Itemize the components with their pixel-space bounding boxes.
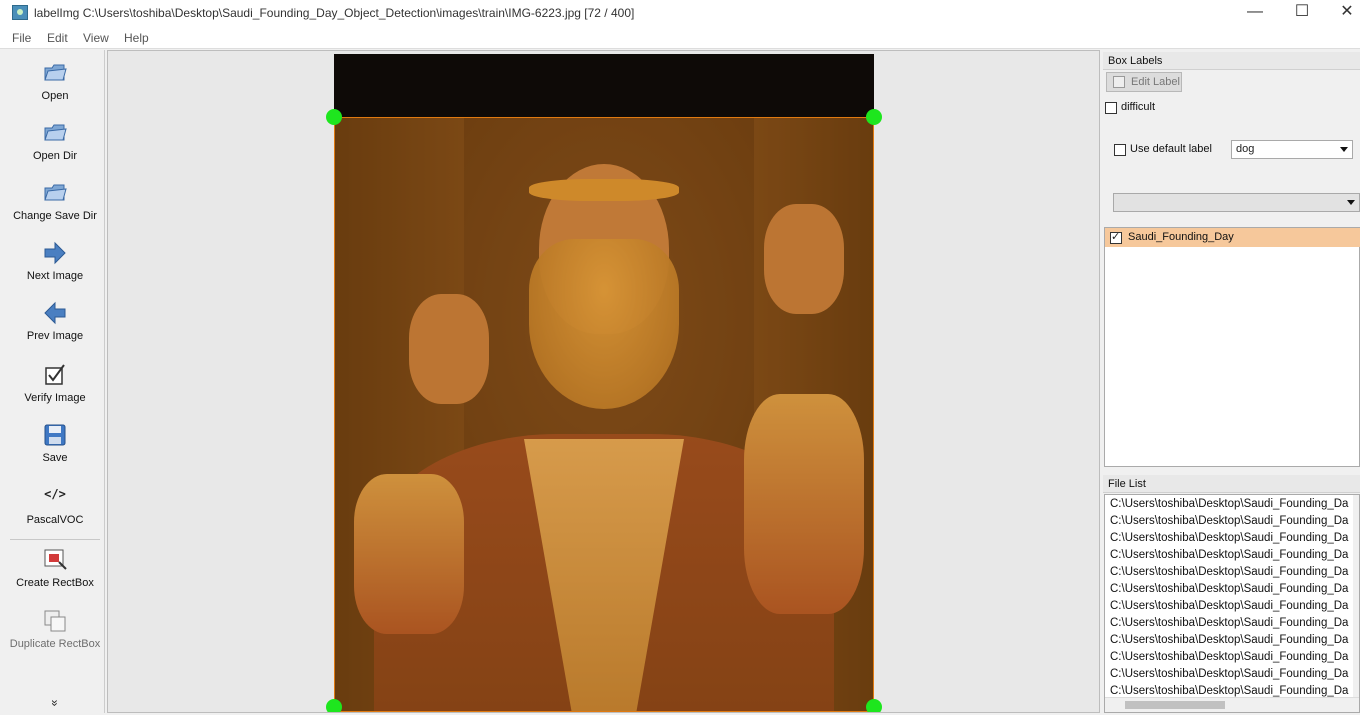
edit-label-text: Edit Label	[1131, 76, 1180, 88]
open-dir-label: Open Dir	[32, 150, 78, 162]
file-list-item[interactable]: C:\Users\toshiba\Desktop\Saudi_Founding_…	[1110, 651, 1348, 668]
file-list-item[interactable]: C:\Users\toshiba\Desktop\Saudi_Founding_…	[1110, 668, 1348, 685]
toolbar-divider	[10, 539, 100, 540]
duplicate-rectbox-label: Duplicate RectBox	[9, 638, 101, 650]
label-filter-combo[interactable]	[1113, 193, 1360, 212]
label-list-item[interactable]: Saudi_Founding_Day	[1105, 228, 1360, 247]
edit-pencil-icon	[1113, 76, 1125, 88]
create-rectbox-button[interactable]: Create RectBox	[6, 547, 104, 589]
open-label: Open	[41, 90, 69, 102]
label-list[interactable]: Saudi_Founding_Day	[1104, 227, 1360, 467]
scrollbar-thumb[interactable]	[1125, 701, 1225, 709]
prev-image-button[interactable]: Prev Image	[6, 300, 104, 342]
verify-image-label: Verify Image	[24, 392, 86, 404]
open-dir-button[interactable]: Open Dir	[6, 120, 104, 162]
checkbox-check-icon	[45, 364, 65, 385]
edit-label-button[interactable]: Edit Label	[1106, 72, 1182, 92]
floppy-disk-icon	[44, 424, 66, 446]
duplicate-rectbox-button[interactable]: Duplicate RectBox	[6, 608, 104, 650]
folder-open-icon	[44, 184, 67, 201]
difficult-label: difficult	[1121, 101, 1156, 113]
file-list-item[interactable]: C:\Users\toshiba\Desktop\Saudi_Founding_…	[1110, 532, 1348, 549]
difficult-checkbox[interactable]	[1105, 102, 1117, 114]
file-list-vertical-scrollbar[interactable]	[1353, 495, 1359, 700]
open-button[interactable]: Open	[6, 60, 104, 102]
file-list[interactable]: C:\Users\toshiba\Desktop\Saudi_Founding_…	[1104, 494, 1360, 713]
more-tools-chevron-icon[interactable]: »	[48, 696, 62, 710]
use-default-label-checkbox[interactable]	[1114, 144, 1126, 156]
menu-help[interactable]: Help	[124, 31, 149, 45]
image-canvas[interactable]	[107, 50, 1100, 713]
duplicate-icon	[44, 610, 66, 632]
label-visibility-checkbox[interactable]	[1110, 230, 1122, 244]
file-list-item[interactable]: C:\Users\toshiba\Desktop\Saudi_Founding_…	[1110, 515, 1348, 532]
minimize-button[interactable]: —	[1232, 0, 1278, 26]
menu-edit[interactable]: Edit	[47, 31, 68, 45]
next-image-button[interactable]: Next Image	[6, 240, 104, 282]
window-title: labelImg C:\Users\toshiba\Desktop\Saudi_…	[34, 6, 635, 20]
change-save-dir-button[interactable]: Change Save Dir	[6, 180, 104, 222]
use-default-label-text: Use default label	[1130, 143, 1212, 155]
close-button[interactable]: ✕	[1324, 0, 1360, 26]
bounding-box[interactable]	[334, 117, 874, 712]
folder-open-icon	[44, 124, 67, 141]
file-list-horizontal-scrollbar[interactable]	[1105, 697, 1359, 712]
format-toggle-button[interactable]: </> PascalVOC	[6, 484, 104, 526]
file-list-item[interactable]: C:\Users\toshiba\Desktop\Saudi_Founding_…	[1110, 617, 1348, 634]
title-bar: labelImg C:\Users\toshiba\Desktop\Saudi_…	[0, 0, 1360, 26]
box-handle-bottom-left[interactable]	[326, 699, 342, 712]
save-label: Save	[42, 452, 68, 464]
default-label-combo[interactable]: dog	[1231, 140, 1353, 159]
arrow-right-icon	[44, 241, 66, 265]
format-label: PascalVOC	[26, 514, 84, 526]
maximize-button[interactable]: ☐	[1279, 0, 1325, 26]
menu-file[interactable]: File	[12, 31, 31, 45]
menu-bar: File Edit View Help	[0, 26, 1360, 49]
file-list-item[interactable]: C:\Users\toshiba\Desktop\Saudi_Founding_…	[1110, 566, 1348, 583]
save-button[interactable]: Save	[6, 422, 104, 464]
label-name: Saudi_Founding_Day	[1128, 231, 1234, 243]
right-dock: Box Labels Edit Label difficult Use defa…	[1103, 50, 1360, 713]
box-handle-top-left[interactable]	[326, 109, 342, 125]
file-list-item[interactable]: C:\Users\toshiba\Desktop\Saudi_Founding_…	[1110, 583, 1348, 600]
code-tag-icon: </>	[44, 487, 66, 501]
default-label-value: dog	[1236, 143, 1255, 155]
box-handle-bottom-right[interactable]	[866, 699, 882, 712]
file-list-item[interactable]: C:\Users\toshiba\Desktop\Saudi_Founding_…	[1110, 549, 1348, 566]
folder-open-icon	[44, 64, 67, 81]
create-rectbox-icon	[44, 549, 67, 570]
change-save-dir-label: Change Save Dir	[13, 210, 97, 222]
box-labels-title: Box Labels	[1103, 52, 1360, 70]
file-list-title: File List	[1103, 475, 1360, 493]
file-list-item[interactable]: C:\Users\toshiba\Desktop\Saudi_Founding_…	[1110, 498, 1348, 515]
menu-view[interactable]: View	[83, 31, 109, 45]
verify-image-button[interactable]: Verify Image	[6, 362, 104, 404]
file-list-item[interactable]: C:\Users\toshiba\Desktop\Saudi_Founding_…	[1110, 634, 1348, 651]
left-toolbar: Open Open Dir Change Save Dir Next Image…	[6, 50, 105, 713]
labelimg-app-icon	[12, 5, 28, 20]
box-handle-top-right[interactable]	[866, 109, 882, 125]
file-list-item[interactable]: C:\Users\toshiba\Desktop\Saudi_Founding_…	[1110, 600, 1348, 617]
next-image-label: Next Image	[26, 270, 84, 282]
prev-image-label: Prev Image	[26, 330, 84, 342]
dropdown-arrow-icon	[1347, 200, 1355, 205]
create-rectbox-label: Create RectBox	[16, 577, 94, 589]
arrow-left-icon	[44, 301, 66, 325]
dropdown-arrow-icon	[1340, 147, 1348, 152]
